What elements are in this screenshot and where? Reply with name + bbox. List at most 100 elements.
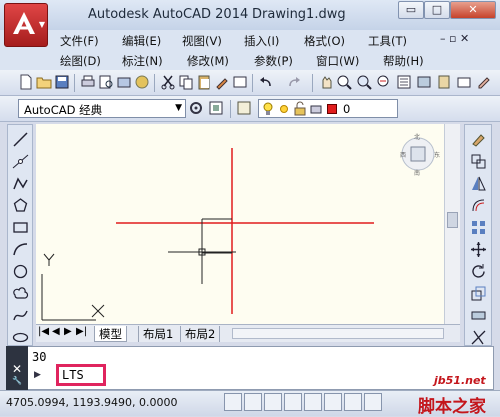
command-input[interactable]: LTS — [62, 368, 84, 382]
plot-preview-icon[interactable] — [98, 74, 114, 90]
block-editor-icon[interactable] — [232, 74, 248, 90]
layout-tabs-bar: |◀ ◀ ▶ ▶| 模型 布局1 布局2 — [36, 324, 460, 342]
construction-line-icon[interactable] — [12, 153, 29, 170]
menu-parametric[interactable]: 参数(P) — [254, 53, 293, 69]
mdi-window-controls[interactable]: – ▫ ✕ — [440, 32, 469, 45]
cut-icon[interactable] — [160, 74, 176, 90]
canvas-drawing — [41, 137, 435, 321]
minimize-button[interactable]: ▭ — [398, 1, 424, 19]
menu-modify[interactable]: 修改(M) — [187, 53, 229, 69]
zoom-window-icon[interactable] — [356, 74, 372, 90]
erase-icon[interactable] — [470, 131, 487, 148]
menu-format[interactable]: 格式(O) — [304, 33, 345, 49]
ellipse-icon[interactable] — [12, 329, 29, 346]
polygon-icon[interactable] — [12, 197, 29, 214]
tab-layout2[interactable]: 布局2 — [180, 326, 221, 342]
close-button[interactable]: ✕ — [450, 1, 496, 19]
menu-help[interactable]: 帮助(H) — [383, 53, 424, 69]
match-properties-icon[interactable] — [214, 74, 230, 90]
tab-nav-prev-icon[interactable]: ◀ — [52, 326, 60, 337]
ucs-y-mark-a — [43, 253, 50, 261]
offset-icon[interactable] — [470, 197, 487, 214]
tab-layout1[interactable]: 布局1 — [138, 326, 177, 342]
workspace-name: AutoCAD 经典 — [24, 103, 103, 117]
grid-display-button[interactable] — [264, 393, 282, 411]
copy-icon[interactable] — [178, 74, 194, 90]
tool-palettes-icon[interactable] — [436, 74, 452, 90]
workspace-dropdown[interactable]: AutoCAD 经典 ▼ — [18, 99, 186, 118]
zoom-realtime-icon[interactable] — [336, 74, 352, 90]
menu-view[interactable]: 视图(V) — [182, 33, 222, 49]
zoom-previous-icon[interactable] — [376, 74, 392, 90]
arc-icon[interactable] — [12, 241, 29, 258]
close-icon[interactable]: ✕ — [12, 362, 22, 376]
properties-icon[interactable] — [396, 74, 412, 90]
save-icon[interactable] — [54, 74, 70, 90]
markup-icon[interactable] — [476, 74, 492, 90]
watermark-site: jb51.net — [434, 374, 486, 387]
menu-dimension[interactable]: 标注(N) — [122, 53, 163, 69]
lock-icon — [294, 101, 306, 116]
3d-dwf-icon[interactable] — [134, 74, 150, 90]
wrench-icon[interactable]: 🔧 — [12, 376, 22, 385]
plot-icon — [310, 105, 322, 114]
open-icon[interactable] — [36, 74, 52, 90]
viewcube-south: 南 — [414, 170, 421, 177]
scale-icon[interactable] — [470, 285, 487, 302]
workspace-settings-icon[interactable] — [188, 100, 204, 116]
new-icon[interactable] — [18, 74, 34, 90]
tab-nav-last-icon[interactable]: ▶| — [76, 326, 87, 337]
menu-insert[interactable]: 插入(I) — [244, 33, 279, 49]
drawing-canvas[interactable]: 北 南 西 东 — [36, 124, 460, 324]
menu-draw[interactable]: 绘图(D) — [60, 53, 101, 69]
tab-nav-next-icon[interactable]: ▶ — [64, 326, 72, 337]
sheet-set-icon[interactable] — [456, 74, 472, 90]
autocad-logo-icon — [13, 12, 35, 34]
menu-tools[interactable]: 工具(T) — [368, 33, 407, 49]
paste-icon[interactable] — [196, 74, 212, 90]
redo-icon[interactable] — [286, 74, 302, 90]
layer-properties-icon[interactable] — [236, 100, 252, 116]
vertical-scrollbar[interactable] — [444, 124, 460, 324]
horizontal-scrollbar[interactable] — [232, 328, 444, 339]
trim-icon[interactable] — [470, 329, 487, 346]
circle-icon[interactable] — [12, 263, 29, 280]
application-menu-button[interactable]: ▼ — [4, 3, 48, 47]
object-snap-button[interactable] — [324, 393, 342, 411]
revision-cloud-icon[interactable] — [12, 285, 29, 302]
document-title: Drawing1.dwg — [252, 7, 346, 22]
customize-icon[interactable] — [208, 100, 224, 116]
design-center-icon[interactable] — [416, 74, 432, 90]
infer-constraints-button[interactable] — [224, 393, 242, 411]
stretch-icon[interactable] — [470, 307, 487, 324]
rotate-icon[interactable] — [470, 263, 487, 280]
menu-bar: 文件(F) 编辑(E) 视图(V) 插入(I) 格式(O) 工具(T) – ▫ … — [0, 30, 500, 50]
menu-file[interactable]: 文件(F) — [60, 33, 99, 49]
copy-object-icon[interactable] — [470, 153, 487, 170]
publish-icon[interactable] — [116, 74, 132, 90]
array-icon[interactable] — [470, 219, 487, 236]
maximize-button[interactable]: □ — [424, 1, 450, 19]
menu-edit[interactable]: 编辑(E) — [122, 33, 161, 49]
scrollbar-thumb[interactable] — [447, 212, 458, 228]
command-window-handle[interactable]: ✕ 🔧 — [6, 346, 28, 390]
tab-model[interactable]: 模型 — [94, 326, 127, 342]
line-icon[interactable] — [12, 131, 29, 148]
print-icon[interactable] — [80, 74, 96, 90]
mirror-icon[interactable] — [470, 175, 487, 192]
ortho-mode-button[interactable] — [284, 393, 302, 411]
tab-nav-first-icon[interactable]: |◀ — [38, 326, 49, 337]
rectangle-icon[interactable] — [12, 219, 29, 236]
layer-dropdown[interactable]: 0 — [258, 99, 398, 118]
polyline-icon[interactable] — [12, 175, 29, 192]
bulb-icon — [263, 102, 273, 115]
pan-icon[interactable] — [318, 74, 334, 90]
snap-mode-button[interactable] — [244, 393, 262, 411]
otrack-button[interactable] — [364, 393, 382, 411]
3d-osnap-button[interactable] — [344, 393, 362, 411]
polar-tracking-button[interactable] — [304, 393, 322, 411]
move-icon[interactable] — [470, 241, 487, 258]
undo-icon[interactable] — [258, 74, 274, 90]
spline-icon[interactable] — [12, 307, 29, 324]
menu-window[interactable]: 窗口(W) — [316, 53, 359, 69]
